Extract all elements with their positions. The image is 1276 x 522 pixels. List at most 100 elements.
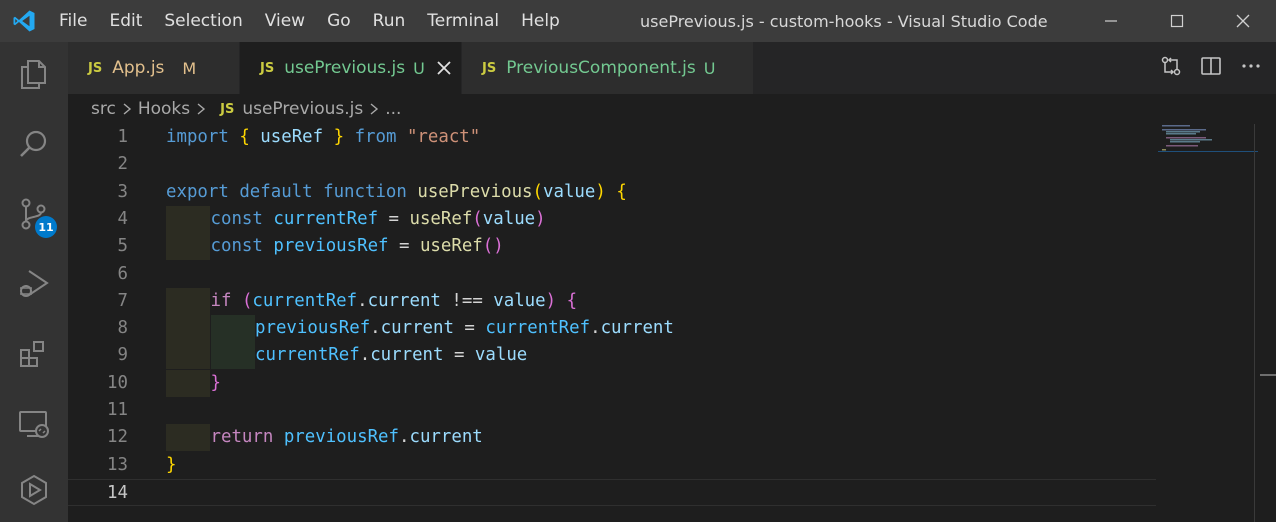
- git-status-badge: U: [703, 58, 716, 78]
- tab-label: App.js: [112, 58, 165, 78]
- code-line[interactable]: 11: [68, 397, 1156, 424]
- menu-terminal[interactable]: Terminal: [416, 0, 510, 42]
- tab-app-js[interactable]: JS App.js M: [68, 42, 240, 94]
- breadcrumb-item-src[interactable]: src: [91, 99, 116, 119]
- vscode-logo-icon: [0, 0, 48, 42]
- code-line[interactable]: 6: [68, 261, 1156, 288]
- code-line[interactable]: 3 export default function usePrevious(val…: [68, 179, 1156, 206]
- line-number: 4: [117, 208, 128, 229]
- code-line[interactable]: 8 previousRef.current = currentRef.curren…: [68, 315, 1156, 343]
- activity-extensions[interactable]: [0, 322, 68, 386]
- tab-label: PreviousComponent.js: [506, 58, 696, 78]
- activity-source-control[interactable]: 11: [0, 182, 68, 246]
- line-number: 12: [107, 427, 128, 448]
- code-token: ): [535, 208, 546, 229]
- tab-previouscomponent-js[interactable]: JS PreviousComponent.js U: [462, 42, 754, 94]
- code-token: currentRef: [252, 290, 358, 311]
- menu-help[interactable]: Help: [510, 0, 571, 42]
- window-title: usePrevious.js - custom-hooks - Visual S…: [640, 11, 1048, 31]
- code-text: }: [166, 452, 176, 479]
- breadcrumb-item-file[interactable]: usePrevious.js: [242, 99, 363, 119]
- javascript-file-icon: JS: [88, 60, 103, 76]
- source-control-badge: 11: [35, 216, 57, 238]
- code-text: if (currentRef.current !== value) {: [211, 288, 578, 315]
- indent-guide: [166, 369, 210, 397]
- breadcrumb-ellipsis[interactable]: ...: [385, 99, 401, 119]
- code-token: previousRef: [255, 318, 371, 339]
- open-changes-button[interactable]: [1160, 55, 1182, 81]
- line-number: 14: [107, 482, 128, 503]
- close-window-button[interactable]: [1210, 0, 1276, 42]
- title-bar: File Edit Selection View Go Run Terminal…: [0, 0, 1276, 42]
- maximize-icon: [1170, 14, 1184, 28]
- menu-bar: File Edit Selection View Go Run Terminal…: [48, 0, 571, 42]
- activity-live-share[interactable]: [0, 458, 68, 522]
- code-line[interactable]: 13}: [68, 452, 1156, 479]
- code-token: import: [166, 127, 229, 147]
- code-token: currentRef: [273, 208, 379, 229]
- line-number: 2: [117, 154, 128, 175]
- code-token: =: [388, 236, 420, 257]
- code-line[interactable]: 12 return previousRef.current: [68, 424, 1156, 452]
- code-token: current: [600, 318, 674, 339]
- more-actions-button[interactable]: [1240, 55, 1262, 81]
- activity-bar: 11: [0, 42, 68, 522]
- code-editor[interactable]: 1 import { useRef } from "react" 2 3 export …: [68, 124, 1276, 522]
- code-token: .: [359, 345, 371, 366]
- menu-go[interactable]: Go: [316, 0, 362, 42]
- code-line[interactable]: 4 const currentRef = useRef(value): [68, 205, 1156, 233]
- breadcrumb-item-hooks[interactable]: Hooks: [138, 99, 190, 119]
- code-token: current: [367, 290, 441, 311]
- menu-selection[interactable]: Selection: [153, 0, 253, 42]
- minimize-button[interactable]: [1078, 0, 1144, 42]
- line-number: 13: [107, 454, 128, 475]
- menu-run[interactable]: Run: [362, 0, 417, 42]
- close-icon: [1236, 14, 1250, 28]
- code-line[interactable]: 14: [68, 478, 1156, 506]
- menu-edit[interactable]: Edit: [98, 0, 153, 42]
- code-token: current: [380, 318, 454, 339]
- code-token: default: [239, 181, 313, 202]
- code-token: .: [370, 318, 381, 339]
- indent-guide: [166, 315, 210, 343]
- split-editor-button[interactable]: [1200, 55, 1222, 81]
- code-line[interactable]: 2: [68, 151, 1156, 178]
- activity-search[interactable]: [0, 112, 68, 176]
- code-line[interactable]: 7 if (currentRef.current !== value) {: [68, 287, 1156, 315]
- maximize-button[interactable]: [1144, 0, 1210, 42]
- code-token: (: [472, 208, 483, 229]
- code-text: }: [211, 370, 221, 397]
- code-text: import { useRef } from "react": [166, 124, 480, 151]
- activity-run-debug[interactable]: [0, 252, 68, 316]
- tab-useprevious-js[interactable]: JS usePrevious.js U: [240, 42, 462, 94]
- code-line[interactable]: 9 currentRef.current = value: [68, 342, 1156, 370]
- breadcrumb: src Hooks JS usePrevious.js ...: [68, 94, 1276, 124]
- menu-file[interactable]: File: [48, 0, 98, 42]
- git-status-badge: U: [413, 58, 425, 78]
- code-token: value: [482, 208, 536, 229]
- activity-explorer[interactable]: [0, 42, 68, 106]
- tab-close-button[interactable]: [437, 61, 451, 75]
- menu-view[interactable]: View: [254, 0, 316, 42]
- code-token: .: [590, 318, 601, 339]
- activity-remote-explorer[interactable]: [0, 392, 68, 456]
- code-token: {: [566, 290, 578, 311]
- code-token: usePrevious: [417, 181, 533, 202]
- minimap[interactable]: [1158, 124, 1258, 164]
- code-line[interactable]: 10}: [68, 369, 1156, 397]
- line-number: 3: [117, 181, 128, 202]
- search-icon: [20, 130, 47, 157]
- code-text: return previousRef.current: [211, 424, 483, 451]
- code-token: value: [474, 345, 528, 366]
- code-line[interactable]: 1 import { useRef } from "react": [68, 124, 1156, 151]
- code-token: {: [239, 127, 250, 147]
- code-line[interactable]: 5 const previousRef = useRef(): [68, 233, 1156, 261]
- chevron-right-icon: [122, 102, 132, 116]
- code-token: return: [210, 427, 274, 448]
- vertical-scrollbar[interactable]: [1254, 124, 1255, 522]
